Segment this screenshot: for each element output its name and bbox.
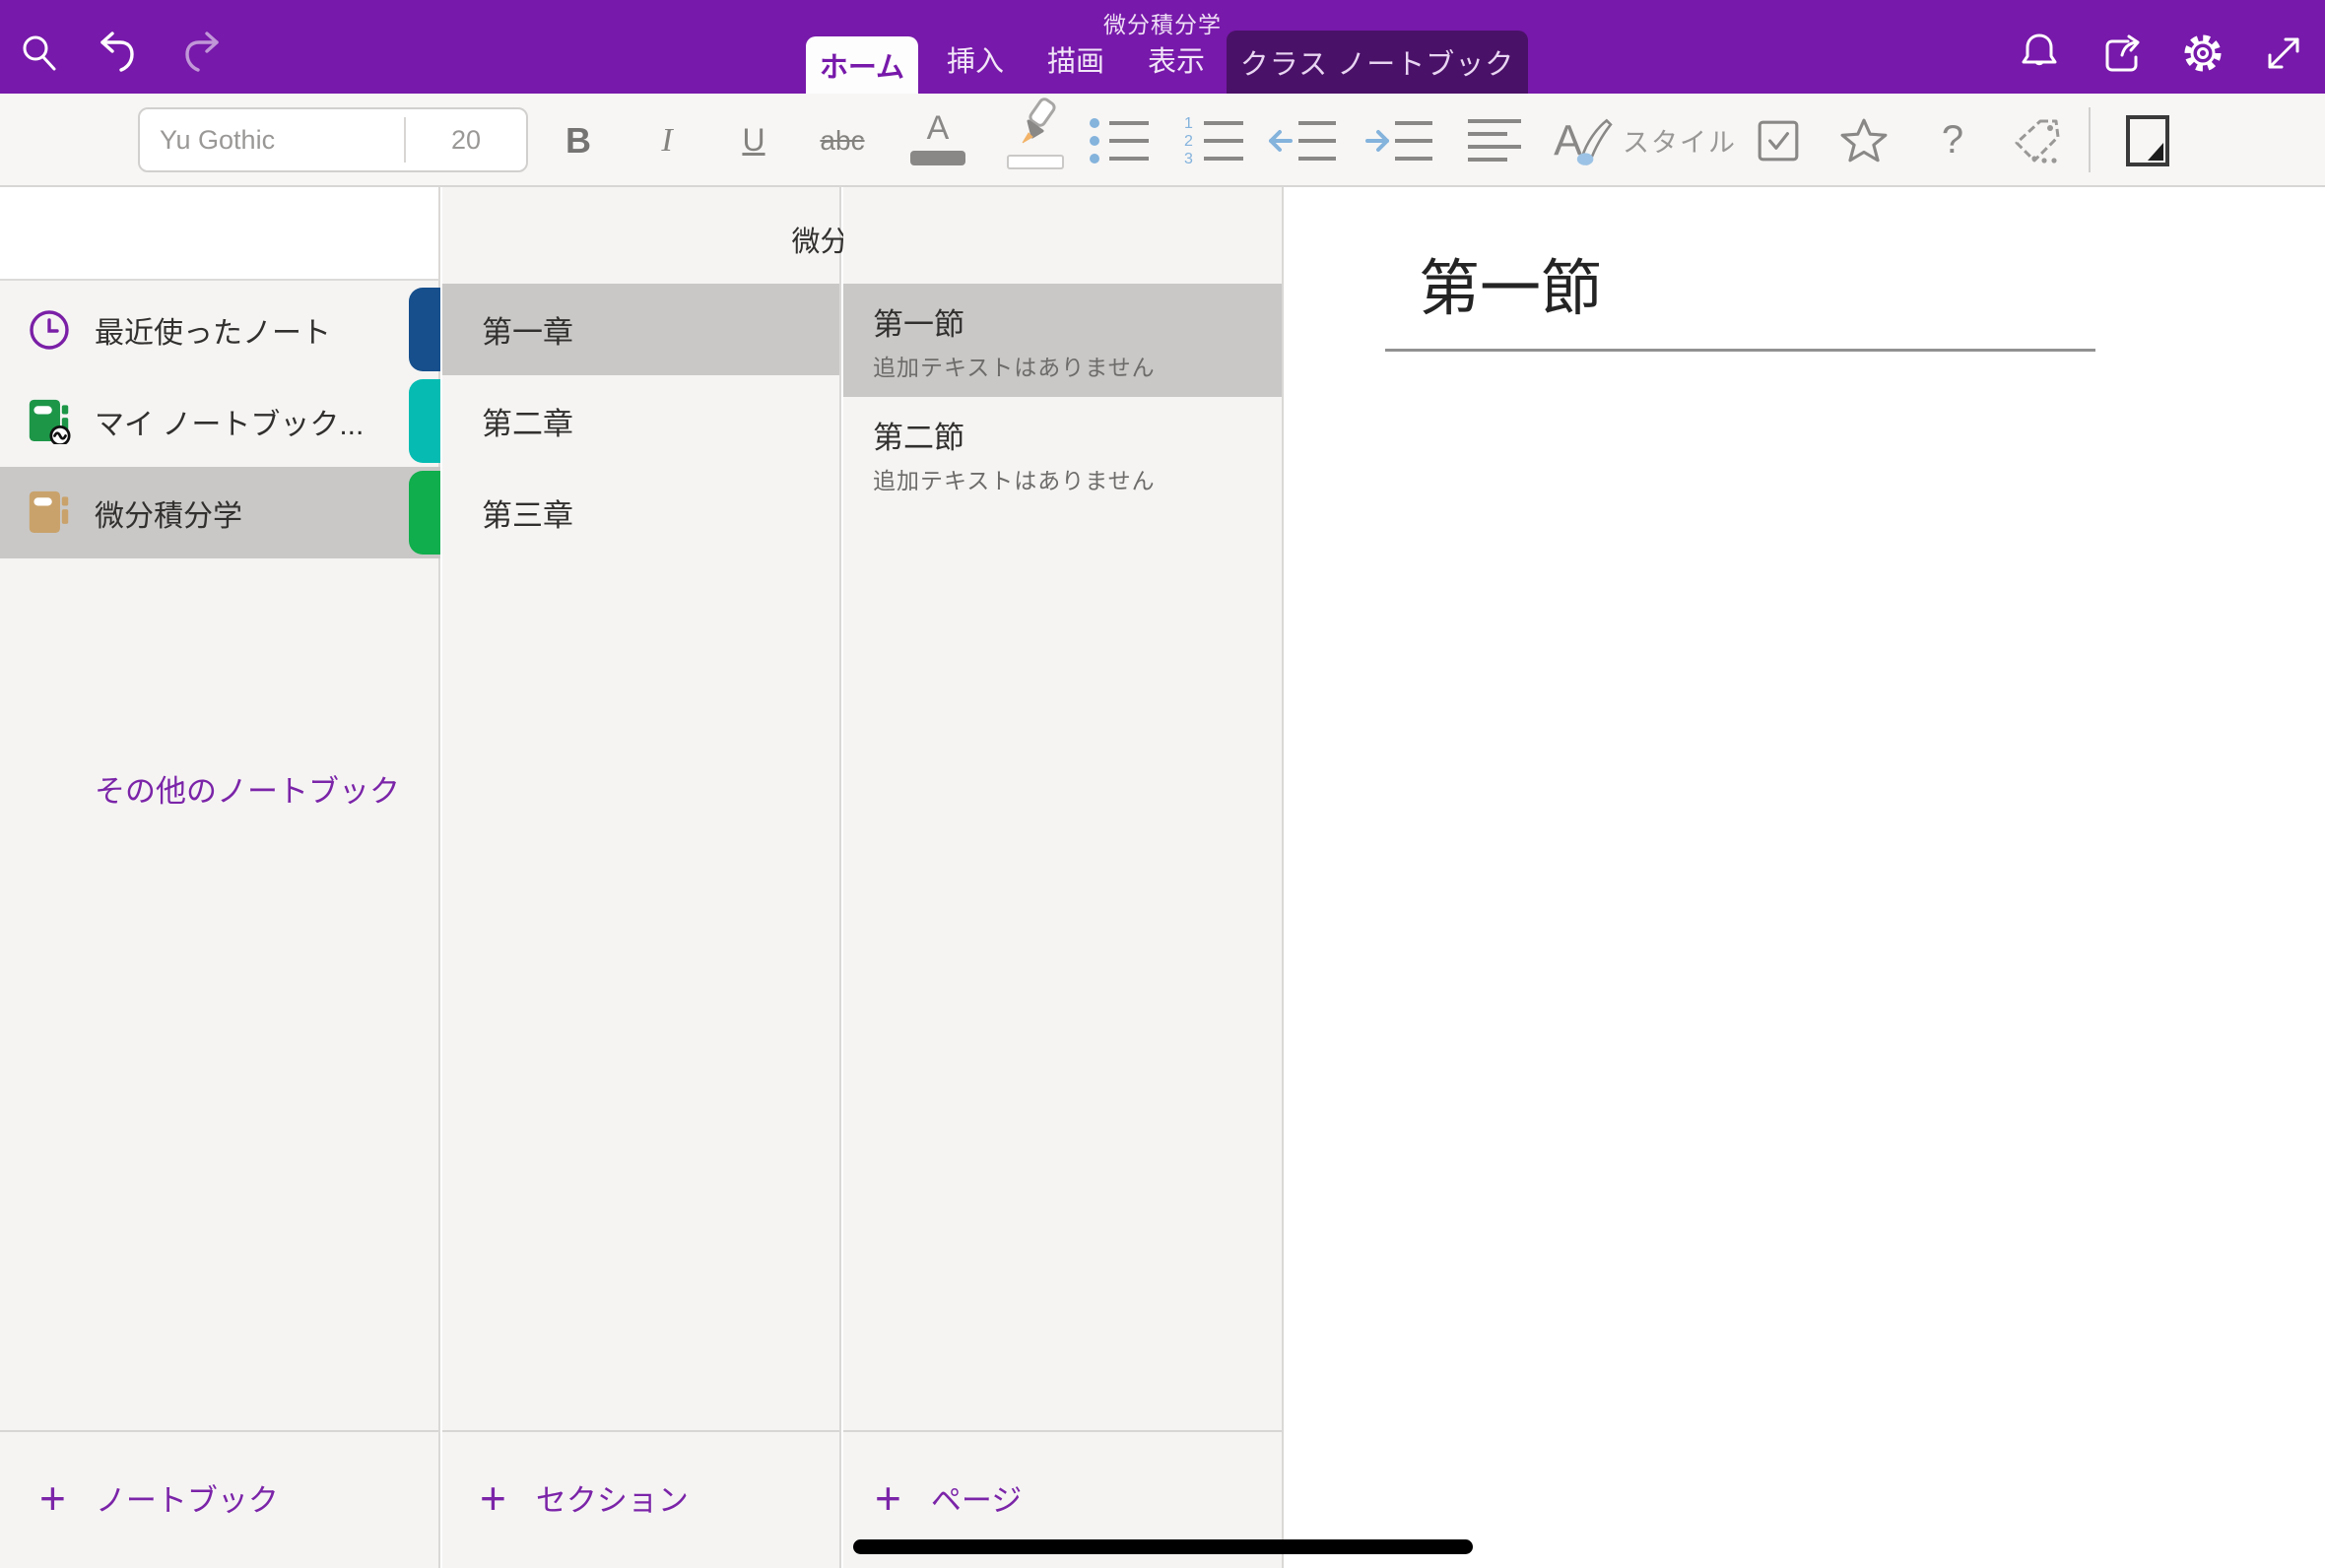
more-notebooks-link[interactable]: その他のノートブック: [95, 766, 400, 811]
bold-button[interactable]: B: [544, 94, 613, 187]
underline-button[interactable]: U: [719, 94, 788, 187]
outdent-icon[interactable]: [1267, 115, 1340, 166]
notebook-color-tab-teal: [409, 379, 440, 463]
search-icon[interactable]: [16, 30, 63, 77]
italic-button[interactable]: I: [632, 94, 701, 187]
section-item-2[interactable]: 第二章: [442, 375, 839, 467]
gear-icon[interactable]: [2179, 30, 2226, 77]
strikethrough-button[interactable]: abc: [803, 94, 882, 187]
font-selector[interactable]: Yu Gothic 20: [138, 107, 528, 172]
styles-label: スタイル: [1623, 121, 1737, 160]
tab-insert[interactable]: 挿入: [947, 38, 1004, 80]
plus-icon: +: [39, 1478, 66, 1518]
indent-icon[interactable]: [1363, 115, 1436, 166]
todo-tag-icon[interactable]: [1744, 94, 1813, 187]
question-tag-icon[interactable]: ?: [1918, 94, 1987, 187]
font-name-value[interactable]: Yu Gothic: [140, 125, 404, 156]
sidebar-item-my-notebook[interactable]: マイ ノートブック...: [0, 375, 440, 467]
font-color-icon[interactable]: A: [902, 94, 973, 187]
section-item-3[interactable]: 第三章: [442, 467, 839, 558]
top-app-bar: 微分積分学 ホーム 挿入 描画 表示 クラス ノートブック: [0, 0, 2325, 94]
sections-panel: 第一章 第二章 第三章 + セクション: [442, 187, 841, 1568]
plus-icon: +: [875, 1478, 901, 1518]
add-notebook-button[interactable]: + ノートブック: [39, 1475, 279, 1520]
svg-text:3: 3: [1184, 151, 1193, 166]
add-section-button[interactable]: + セクション: [480, 1475, 689, 1520]
page-title-rule: [1385, 349, 2095, 352]
notebooks-panel: 最近使ったノート マイ ノートブック... 微分積分学: [0, 187, 440, 1568]
page-item-1[interactable]: 第一節 追加テキストはありません: [843, 284, 1282, 397]
toolbar-divider: [2089, 107, 2091, 172]
page-title[interactable]: 第一節: [1419, 238, 1602, 327]
bullet-list-icon[interactable]: [1088, 115, 1161, 166]
page-item-2[interactable]: 第二節 追加テキストはありません: [843, 397, 1282, 510]
plus-icon: +: [480, 1478, 506, 1518]
highlighter-icon[interactable]: [999, 94, 1070, 187]
sidebar-item-calculus[interactable]: 微分積分学: [0, 467, 440, 558]
alignment-icon[interactable]: [1458, 115, 1531, 166]
notebook-color-tab-green: [409, 471, 440, 555]
tag-icon[interactable]: [2004, 94, 2073, 187]
sidebar-add-bar: + ノートブック: [0, 1430, 438, 1568]
numbered-list-icon[interactable]: 123: [1182, 115, 1255, 166]
pages-panel: 第一節 追加テキストはありません 第二節 追加テキストはありません + ページ: [843, 187, 1284, 1568]
expand-icon[interactable]: [2260, 30, 2307, 77]
tab-draw[interactable]: 描画: [1047, 38, 1104, 80]
sections-add-bar: + セクション: [442, 1430, 839, 1568]
window-title: 微分積分学: [0, 6, 2325, 39]
tab-view[interactable]: 表示: [1148, 38, 1205, 80]
clock-icon: [28, 308, 71, 352]
section-item-1[interactable]: 第一章: [442, 284, 839, 375]
sidebar-item-recent-notes[interactable]: 最近使ったノート: [0, 284, 440, 375]
format-toolbar: Yu Gothic 20 B I U abc A 123: [0, 94, 2325, 187]
bell-icon[interactable]: [2016, 30, 2063, 77]
notebooks-panel-header: [0, 187, 438, 281]
important-tag-icon[interactable]: [1829, 94, 1898, 187]
svg-text:1: 1: [1184, 115, 1193, 132]
page-canvas[interactable]: 第一節: [1286, 187, 2325, 1568]
styles-button[interactable]: A スタイル: [1552, 94, 1737, 187]
add-page-button[interactable]: + ページ: [875, 1475, 1022, 1520]
tab-home[interactable]: ホーム: [806, 36, 918, 94]
svg-text:2: 2: [1184, 133, 1193, 150]
full-page-view-icon[interactable]: [2113, 94, 2182, 187]
notebook-color-tab-blue: [409, 288, 440, 371]
notebook-green-icon: [28, 398, 71, 445]
notebook-tan-icon: [28, 490, 71, 537]
font-size-value[interactable]: 20: [406, 125, 526, 156]
share-icon[interactable]: [2098, 30, 2146, 77]
redo-icon[interactable]: [175, 30, 223, 77]
undo-icon[interactable]: [97, 30, 144, 77]
tab-class-notebook[interactable]: クラス ノートブック: [1227, 31, 1528, 94]
home-indicator[interactable]: [853, 1539, 1473, 1554]
